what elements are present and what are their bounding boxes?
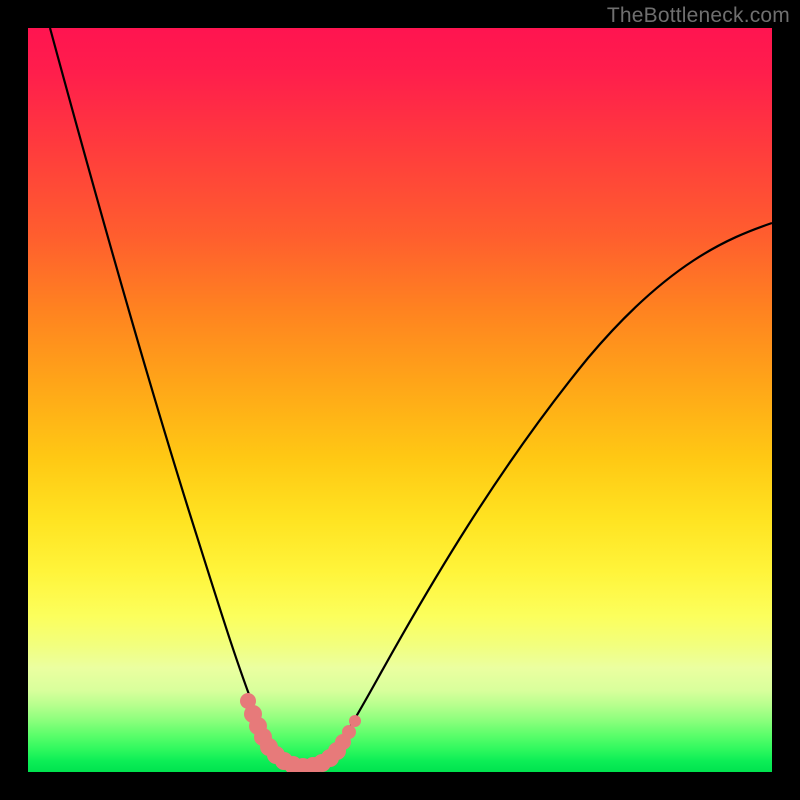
marker-dot <box>342 725 356 739</box>
bottleneck-curve-left <box>50 28 280 758</box>
plot-area <box>28 28 772 772</box>
curve-layer <box>50 28 772 768</box>
marker-dot <box>349 715 361 727</box>
bottleneck-curve-right <box>328 223 772 761</box>
chart-frame: TheBottleneck.com <box>0 0 800 800</box>
marker-layer <box>240 693 361 772</box>
watermark-text: TheBottleneck.com <box>607 4 790 28</box>
chart-svg <box>28 28 772 772</box>
